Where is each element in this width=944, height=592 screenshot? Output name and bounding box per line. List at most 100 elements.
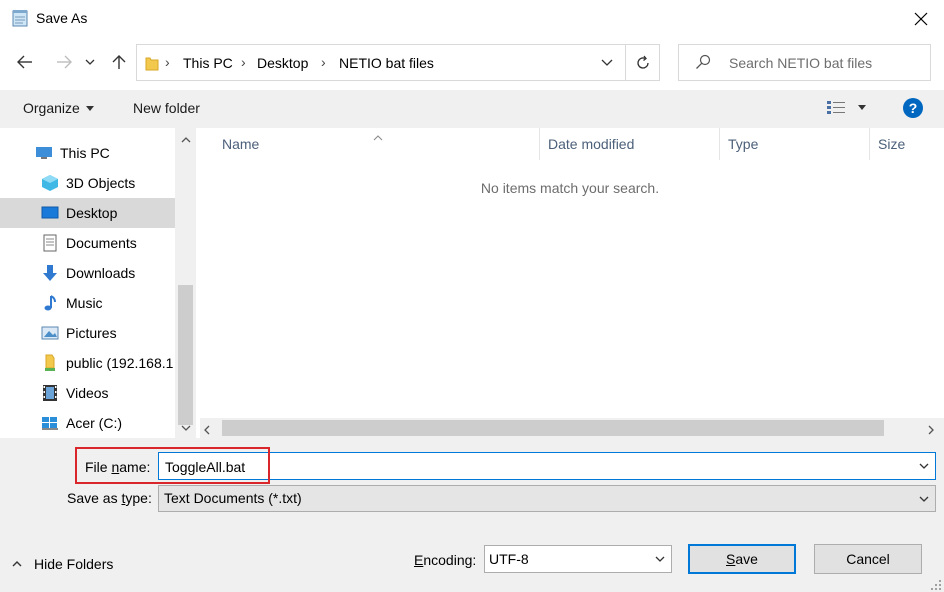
breadcrumb-netio-bat-files[interactable]: NETIO bat files xyxy=(339,55,434,71)
encoding-dropdown-button[interactable] xyxy=(649,546,671,572)
sidebar-item-label: Documents xyxy=(66,235,137,251)
column-header-type[interactable]: Type xyxy=(720,128,870,160)
music-icon xyxy=(40,293,60,313)
chevron-down-icon xyxy=(919,496,929,502)
hide-folders-label: Hide Folders xyxy=(34,556,114,572)
encoding-select[interactable]: UTF-8 xyxy=(484,545,672,573)
save-label: ave xyxy=(735,551,758,567)
sidebar-item-acer-c[interactable]: Acer (C:) xyxy=(0,408,175,438)
new-folder-button[interactable]: New folder xyxy=(133,100,200,116)
resize-grip[interactable] xyxy=(930,578,942,590)
chevron-left-icon xyxy=(204,425,210,435)
cancel-button[interactable]: Cancel xyxy=(814,544,922,574)
file-name-dropdown-button[interactable] xyxy=(913,453,935,479)
address-dropdown-button[interactable] xyxy=(589,45,625,80)
save-as-type-dropdown-button[interactable] xyxy=(913,486,935,511)
search-box[interactable]: Search NETIO bat files xyxy=(678,44,931,81)
sidebar-item-downloads[interactable]: Downloads xyxy=(0,258,175,288)
search-icon xyxy=(695,54,711,73)
sidebar-item-videos[interactable]: Videos xyxy=(0,378,175,408)
navigation-scrollbar[interactable] xyxy=(175,128,196,438)
save-as-type-label: Save as type: xyxy=(67,490,152,506)
breadcrumb-this-pc[interactable]: This PC xyxy=(183,55,233,71)
arrow-left-icon xyxy=(17,55,32,69)
breadcrumb-separator: › xyxy=(321,54,326,70)
scroll-left-button[interactable] xyxy=(204,422,210,438)
notepad-icon xyxy=(12,9,28,27)
sidebar-item-documents[interactable]: Documents xyxy=(0,228,175,258)
scrollbar-thumb[interactable] xyxy=(178,285,193,425)
scroll-right-button[interactable] xyxy=(928,422,934,438)
navigation-pane: This PC 3D Objects Desktop Documents Dow… xyxy=(0,128,196,438)
annotation-highlight-box xyxy=(75,447,270,484)
chevron-up-icon xyxy=(181,137,190,143)
folder-icon xyxy=(145,55,159,74)
refresh-button[interactable] xyxy=(625,45,659,80)
help-icon: ? xyxy=(903,98,923,118)
sidebar-item-label: Videos xyxy=(66,385,109,401)
column-header-size[interactable]: Size xyxy=(870,128,930,160)
download-icon xyxy=(40,263,60,283)
file-name-input[interactable] xyxy=(165,457,905,477)
breadcrumb-separator: › xyxy=(241,54,246,70)
caret-down-icon xyxy=(858,104,866,110)
window-title: Save As xyxy=(36,10,88,26)
sidebar-item-music[interactable]: Music xyxy=(0,288,175,318)
file-list-horizontal-scrollbar[interactable] xyxy=(200,418,944,438)
encoding-label-part: ncoding: xyxy=(423,552,477,568)
organize-label: Organize xyxy=(23,100,80,116)
video-icon xyxy=(40,383,60,403)
sidebar-item-desktop[interactable]: Desktop xyxy=(0,198,175,228)
encoding-label-accesskey: E xyxy=(414,552,424,568)
up-button[interactable] xyxy=(105,48,133,76)
network-drive-icon xyxy=(40,353,60,373)
arrow-right-icon xyxy=(57,55,72,69)
address-bar[interactable]: › This PC › Desktop › NETIO bat files xyxy=(136,44,660,81)
view-options-button[interactable] xyxy=(826,100,866,114)
empty-message: No items match your search. xyxy=(480,180,660,196)
command-toolbar: Organize New folder ? xyxy=(0,90,944,128)
scrollbar-thumb[interactable] xyxy=(222,420,884,436)
forward-button[interactable] xyxy=(50,48,78,76)
svg-text:?: ? xyxy=(909,100,918,116)
caret-down-icon xyxy=(85,105,94,111)
chevron-down-icon xyxy=(655,556,665,562)
help-button[interactable]: ? xyxy=(903,98,923,121)
desktop-icon xyxy=(40,203,60,223)
save-as-type-select[interactable]: Text Documents (*.txt) xyxy=(158,485,936,512)
column-header-date-modified[interactable]: Date modified xyxy=(540,128,720,160)
refresh-icon xyxy=(636,55,649,69)
breadcrumb-desktop[interactable]: Desktop xyxy=(257,55,308,71)
chevron-down-icon xyxy=(85,59,95,65)
back-button[interactable] xyxy=(11,48,39,76)
file-name-field[interactable] xyxy=(158,452,936,480)
scroll-up-button[interactable] xyxy=(175,130,196,150)
hide-folders-button[interactable]: Hide Folders xyxy=(12,556,113,572)
organize-button[interactable]: Organize xyxy=(23,100,94,116)
column-header-name[interactable]: Name xyxy=(214,128,540,160)
encoding-label: Encoding: xyxy=(414,552,476,568)
computer-icon xyxy=(34,143,54,163)
close-button[interactable] xyxy=(898,0,944,38)
chevron-down-icon xyxy=(919,463,929,469)
pictures-icon xyxy=(40,323,60,343)
sidebar-item-public-network[interactable]: public (192.168.1 xyxy=(0,348,175,378)
close-icon xyxy=(914,12,928,26)
chevron-up-icon xyxy=(12,561,22,567)
file-list[interactable]: Name Date modified Type Size No items ma… xyxy=(196,128,944,438)
sidebar-item-this-pc[interactable]: This PC xyxy=(0,138,175,168)
save-type-label-part: ype: xyxy=(125,490,152,506)
sidebar-item-pictures[interactable]: Pictures xyxy=(0,318,175,348)
drive-icon xyxy=(40,413,60,433)
search-placeholder: Search NETIO bat files xyxy=(729,55,873,71)
sidebar-item-label: Downloads xyxy=(66,265,136,281)
details-view-icon xyxy=(827,101,845,114)
sidebar-item-label: Desktop xyxy=(66,205,118,221)
sidebar-item-label: Music xyxy=(66,295,103,311)
scroll-down-button[interactable] xyxy=(175,418,196,438)
sidebar-item-3d-objects[interactable]: 3D Objects xyxy=(0,168,175,198)
sidebar-item-label: Pictures xyxy=(66,325,117,341)
save-button[interactable]: Save xyxy=(688,544,796,574)
recent-locations-button[interactable] xyxy=(80,48,100,76)
save-as-type-value: Text Documents (*.txt) xyxy=(164,490,302,506)
